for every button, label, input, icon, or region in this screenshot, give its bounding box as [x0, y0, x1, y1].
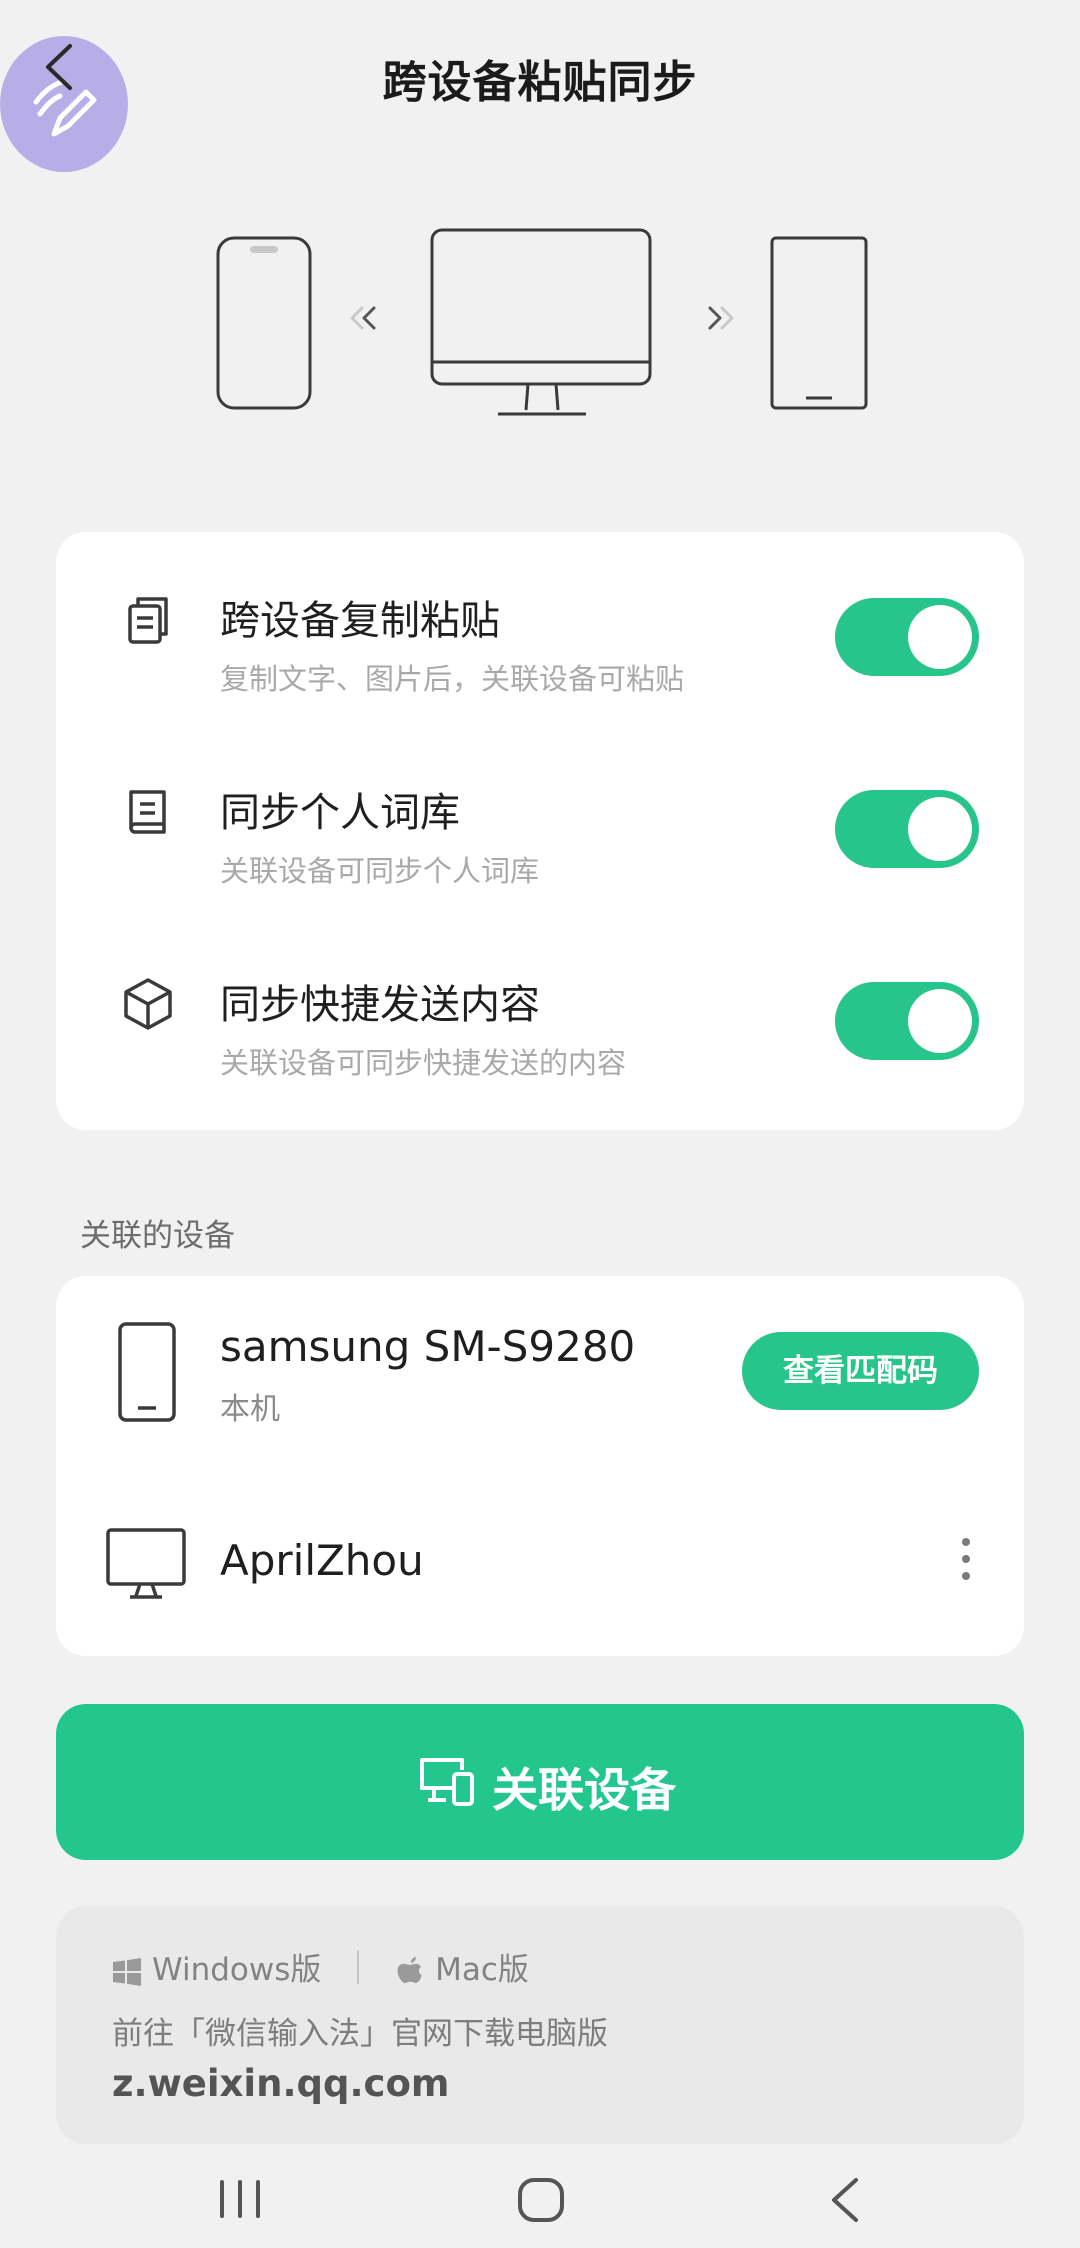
quick-send-sync-toggle[interactable]	[835, 982, 979, 1060]
windows-version-link[interactable]: Windows版	[112, 1944, 321, 1989]
download-url[interactable]: z.weixin.qq.com	[112, 2062, 449, 2105]
device-sync-illustration	[216, 228, 868, 416]
setting-row-dictionary: 同步个人词库 关联设备可同步个人词库	[56, 724, 1024, 914]
device-subtitle: 本机	[220, 1392, 280, 1427]
clipboard-sync-toggle[interactable]	[835, 598, 979, 676]
setting-title: 跨设备复制粘贴	[220, 598, 500, 644]
book-icon	[129, 790, 166, 834]
page-title: 跨设备粘贴同步	[382, 57, 698, 108]
tablet-icon	[770, 236, 868, 410]
dictionary-sync-toggle[interactable]	[835, 790, 979, 868]
windows-label: Windows版	[152, 1952, 322, 1988]
device-name: AprilZhou	[220, 1536, 424, 1585]
mac-version-link[interactable]: Mac版	[395, 1944, 529, 1989]
arrow-left-icon	[350, 306, 376, 330]
windows-icon	[113, 1957, 141, 1986]
copy-icon	[128, 597, 168, 644]
link-device-label: 关联设备	[492, 1763, 676, 1817]
cube-icon	[124, 978, 172, 1030]
phone-icon	[216, 236, 312, 410]
setting-title: 同步个人词库	[220, 790, 460, 836]
back-icon[interactable]	[832, 2178, 858, 2222]
download-instructions: 前往「微信输入法」官网下载电脑版	[112, 2016, 608, 2052]
apple-icon	[397, 1956, 422, 1983]
devices-icon	[420, 1758, 474, 1806]
desktop-download-panel: Windows版 Mac版 前往「微信输入法」官网下载电脑版 z.weixin.…	[56, 1906, 1024, 2144]
view-pairing-code-button[interactable]: 查看匹配码	[742, 1332, 979, 1410]
more-vertical-icon[interactable]	[958, 1538, 974, 1588]
monitor-icon	[106, 1528, 186, 1599]
home-icon[interactable]	[518, 2178, 564, 2222]
setting-row-clipboard: 跨设备复制粘贴 复制文字、图片后，关联设备可粘贴	[56, 532, 1024, 722]
platform-row: Windows版 Mac版	[112, 1944, 529, 1989]
setting-row-quick-send: 同步快捷发送内容 关联设备可同步快捷发送的内容	[56, 916, 1024, 1106]
setting-subtitle: 关联设备可同步快捷发送的内容	[220, 1046, 627, 1080]
setting-subtitle: 关联设备可同步个人词库	[220, 854, 540, 888]
mac-label: Mac版	[435, 1952, 529, 1988]
linked-devices-label: 关联的设备	[80, 1218, 235, 1254]
linked-devices-card: samsung SM-S9280 本机 查看匹配码 AprilZhou	[56, 1276, 1024, 1656]
setting-subtitle: 复制文字、图片后，关联设备可粘贴	[220, 662, 685, 696]
setting-title: 同步快捷发送内容	[220, 982, 540, 1028]
sync-settings-card: 跨设备复制粘贴 复制文字、图片后，关联设备可粘贴 同步个人词库 关联设备可同步个…	[56, 532, 1024, 1130]
recents-icon[interactable]	[220, 2180, 260, 2218]
phone-icon	[118, 1322, 176, 1422]
device-name: samsung SM-S9280	[220, 1322, 636, 1371]
monitor-icon	[430, 228, 652, 416]
link-device-button[interactable]: 关联设备	[56, 1704, 1024, 1860]
arrow-right-icon	[708, 306, 734, 330]
system-navigation-bar	[220, 2178, 858, 2222]
